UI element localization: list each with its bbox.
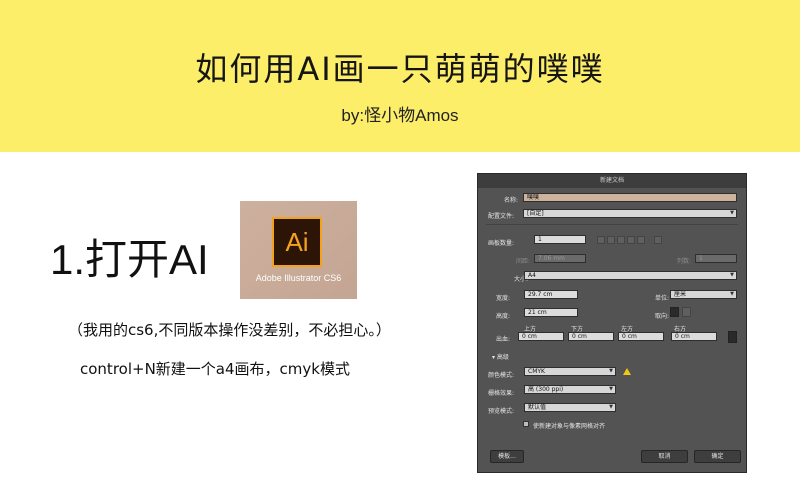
illustrator-logo: Ai Adobe Illustrator CS6 <box>240 201 357 299</box>
units-select[interactable]: 厘米 ▼ <box>670 290 737 299</box>
profile-value: [自定] <box>527 210 544 217</box>
ai-icon: Ai <box>272 217 322 267</box>
align-pixel-grid-checkbox[interactable] <box>523 421 529 427</box>
dialog-title: 新建文档 <box>478 174 746 188</box>
ok-button[interactable]: 确定 <box>694 450 741 463</box>
chevron-down-icon: ▼ <box>609 368 613 374</box>
advanced-toggle[interactable]: ▾ 高级 <box>492 352 509 361</box>
templates-button[interactable]: 模板... <box>490 450 524 463</box>
size-select[interactable]: A4 ▼ <box>524 271 737 280</box>
preview-mode-select[interactable]: 默认值 ▼ <box>524 403 616 412</box>
step-title: 1.打开AI <box>50 236 209 283</box>
layout-icon[interactable] <box>654 236 662 244</box>
width-label: 宽度: <box>496 295 511 302</box>
chevron-down-icon: ▼ <box>609 404 613 410</box>
chevron-down-icon: ▼ <box>730 210 734 216</box>
landscape-icon[interactable] <box>682 307 691 317</box>
bleed-label: 出血: <box>496 336 511 343</box>
chevron-down-icon: ▼ <box>730 272 734 278</box>
arrange-by-column-icon[interactable] <box>627 236 635 244</box>
profile-label: 配置文件: <box>488 213 515 220</box>
color-mode-select[interactable]: CMYK ▼ <box>524 367 616 376</box>
logo-caption: Adobe Illustrator CS6 <box>255 273 342 283</box>
align-pixel-grid-label: 使新建对象与像素网格对齐 <box>533 423 606 430</box>
raster-effects-value: 高 (300 ppi) <box>528 386 564 393</box>
raster-effects-select[interactable]: 高 (300 ppi) ▼ <box>524 385 616 394</box>
advanced-label: 高级 <box>496 354 509 361</box>
grid-by-row-icon[interactable] <box>597 236 605 244</box>
name-label: 名称: <box>504 197 519 204</box>
artboards-label: 画板数量: <box>488 240 515 247</box>
header-banner: 如何用AI画一只萌萌的噗噗 by:怪小物Amos <box>0 0 800 152</box>
preview-mode-value: 默认值 <box>528 404 547 411</box>
bleed-bottom-input[interactable]: 0 cm <box>568 332 614 341</box>
chevron-down-icon: ▼ <box>609 386 613 392</box>
height-input[interactable]: 21 cm <box>524 308 578 317</box>
link-icon[interactable] <box>728 331 737 343</box>
units-label: 单位: <box>655 295 670 302</box>
orientation-label: 取向: <box>655 313 670 320</box>
raster-effects-label: 栅格效果: <box>488 390 515 397</box>
chevron-down-icon: ▼ <box>730 291 734 297</box>
height-label: 高度: <box>496 313 511 320</box>
units-value: 厘米 <box>674 291 687 298</box>
color-mode-label: 颜色模式: <box>488 372 515 379</box>
version-note: （我用的cs6,不同版本操作没差别，不必担心。） <box>68 321 391 339</box>
author-subtitle: by:怪小物Amos <box>341 106 459 125</box>
bleed-left-input[interactable]: 0 cm <box>618 332 664 341</box>
bleed-top-input[interactable]: 0 cm <box>518 332 564 341</box>
columns-input[interactable]: 1 <box>695 254 737 263</box>
spacing-label: 间距: <box>516 258 531 265</box>
instruction-text: control+N新建一个a4画布，cmyk模式 <box>80 360 350 378</box>
warning-icon <box>623 368 631 375</box>
bleed-right-input[interactable]: 0 cm <box>671 332 717 341</box>
right-to-left-icon[interactable] <box>637 236 645 244</box>
grid-by-column-icon[interactable] <box>607 236 615 244</box>
spacing-input[interactable]: 7.06 mm <box>534 254 586 263</box>
color-mode-value: CMYK <box>528 368 545 375</box>
divider <box>486 224 738 225</box>
new-document-dialog: 新建文档 名称: 噗噗 配置文件: [自定] ▼ 画板数量: 1 间距: 7.06… <box>477 173 747 473</box>
ai-icon-letters: Ai <box>285 227 309 257</box>
arrange-by-row-icon[interactable] <box>617 236 625 244</box>
columns-label: 列数: <box>677 258 692 265</box>
portrait-icon[interactable] <box>670 307 679 317</box>
name-input[interactable]: 噗噗 <box>523 193 737 202</box>
preview-mode-label: 预览模式: <box>488 408 515 415</box>
size-value: A4 <box>528 272 536 279</box>
width-input[interactable]: 29.7 cm <box>524 290 578 299</box>
artboards-input[interactable]: 1 <box>534 235 586 244</box>
profile-select[interactable]: [自定] ▼ <box>523 209 737 218</box>
cancel-button[interactable]: 取消 <box>641 450 688 463</box>
page-title: 如何用AI画一只萌萌的噗噗 <box>195 50 605 88</box>
